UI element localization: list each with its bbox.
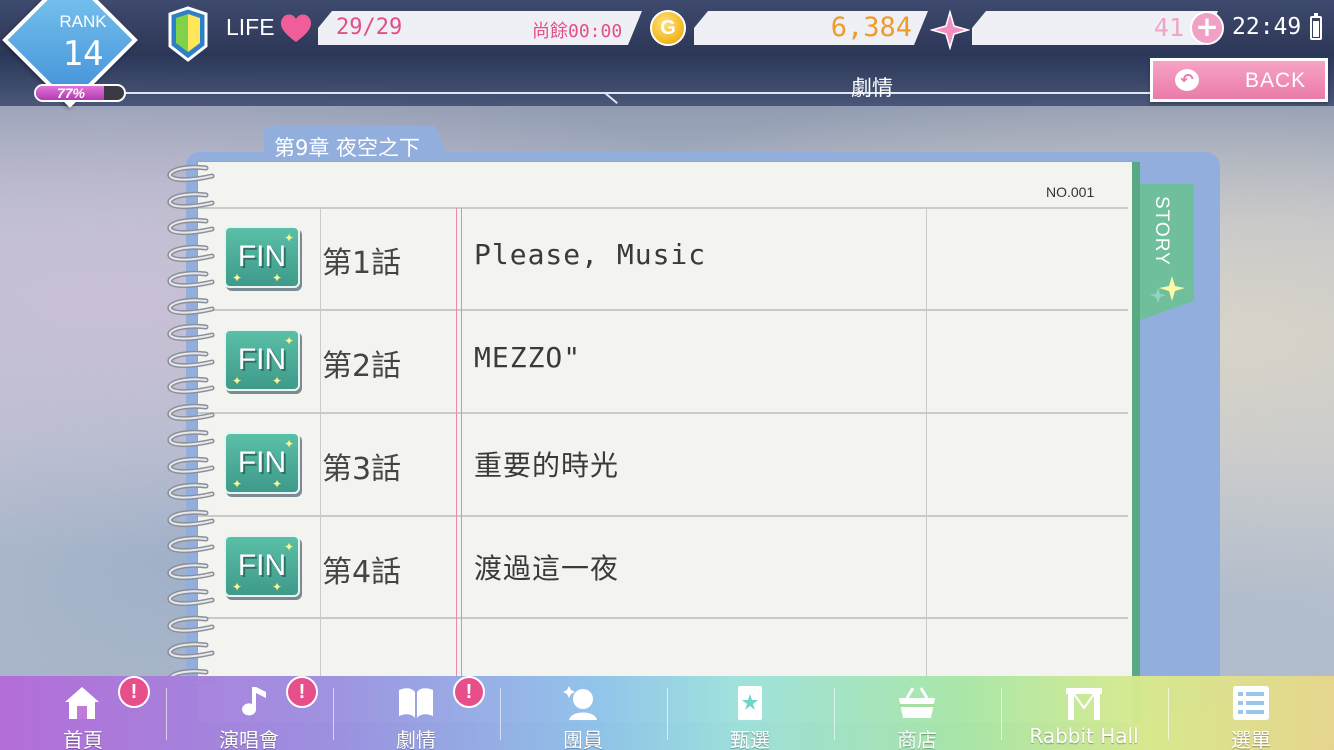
episode-title: 重要的時光 bbox=[474, 449, 620, 482]
nav-label: 商店 bbox=[897, 728, 937, 750]
life-value: 29/29 bbox=[336, 15, 403, 40]
episode-row[interactable]: ✦ ✦ ✦ FIN 第2話 MEZZO" bbox=[198, 311, 1128, 413]
chapter-title: 第9章 夜空之下 bbox=[274, 136, 421, 160]
nav-shop[interactable]: 商店 bbox=[834, 676, 1000, 750]
basket-icon bbox=[899, 687, 935, 718]
fin-badge: ✦ ✦ ✦ FIN bbox=[224, 535, 300, 597]
book-icon bbox=[399, 688, 433, 718]
episode-number: 第3話 bbox=[322, 452, 402, 487]
fin-label: FIN bbox=[237, 549, 287, 582]
nav-menu[interactable]: 選單 bbox=[1168, 676, 1334, 750]
stars-icon bbox=[1150, 276, 1185, 303]
fin-label: FIN bbox=[237, 240, 287, 273]
nav-members[interactable]: 團員 bbox=[500, 676, 666, 750]
episode-number: 第1話 bbox=[322, 246, 402, 281]
fin-badge: ✦ ✦ ✦ FIN bbox=[224, 329, 300, 391]
gem-value: 41 bbox=[1153, 13, 1184, 42]
battery-fill bbox=[1313, 21, 1319, 37]
spiral-ring bbox=[167, 164, 215, 183]
heart-icon bbox=[280, 14, 312, 42]
alert-badge: ! bbox=[286, 676, 318, 708]
alert-badge: ! bbox=[453, 676, 485, 708]
episode-title: 渡過這一夜 bbox=[474, 552, 620, 585]
nav-label: 首頁 bbox=[63, 728, 103, 750]
episode-title: MEZZO" bbox=[474, 341, 582, 374]
gold-coin-icon: G bbox=[650, 10, 686, 46]
back-label: BACK bbox=[1245, 69, 1307, 92]
spiral-ring bbox=[167, 641, 215, 660]
episode-number: 第2話 bbox=[322, 349, 402, 384]
rank-progress-text: 77% bbox=[56, 85, 86, 101]
nav-rabbit-hall[interactable]: Rabbit Hall bbox=[1001, 676, 1167, 750]
card-icon bbox=[738, 686, 762, 720]
clock: 22:49 bbox=[1232, 14, 1302, 40]
gold-value: 6,384 bbox=[830, 12, 912, 43]
life-label: LIFE bbox=[226, 14, 275, 40]
rank-label: RANK bbox=[59, 12, 107, 31]
music-note-icon bbox=[242, 687, 266, 716]
back-arrow-icon: ↶ bbox=[1175, 69, 1199, 91]
episode-row[interactable]: ✦ ✦ ✦ FIN 第3話 重要的時光 bbox=[198, 414, 1128, 516]
nav-label: Rabbit Hall bbox=[1029, 724, 1139, 748]
episode-row[interactable]: ✦ ✦ ✦ FIN 第1話 Please, Music bbox=[198, 208, 1128, 310]
episode-row[interactable]: ✦ ✦ ✦ FIN 第4話 渡過這一夜 bbox=[198, 517, 1128, 619]
page-edge-stripe bbox=[1132, 162, 1140, 722]
stage-icon bbox=[1066, 688, 1102, 720]
nav-label: 演唱會 bbox=[219, 728, 279, 750]
alert-badge: ! bbox=[118, 676, 150, 708]
back-button[interactable]: ↶ BACK bbox=[1150, 58, 1328, 102]
rank-value: 14 bbox=[62, 34, 104, 74]
nav-home[interactable]: ! 首頁 bbox=[0, 676, 166, 750]
nav-story[interactable]: ! 劇情 bbox=[333, 676, 499, 750]
sparkle-gem-icon bbox=[930, 10, 970, 50]
battery-icon bbox=[1310, 13, 1322, 40]
nav-label: 選單 bbox=[1231, 728, 1271, 750]
page-title: 劇情 bbox=[851, 76, 893, 100]
menu-list-icon bbox=[1233, 686, 1269, 720]
fin-badge: ✦ ✦ ✦ FIN bbox=[224, 226, 300, 288]
nav-label: 甄選 bbox=[730, 728, 770, 750]
nav-label: 團員 bbox=[563, 728, 603, 750]
buy-gems-button[interactable]: + bbox=[1190, 11, 1224, 45]
member-icon bbox=[563, 686, 597, 720]
rank-progress-bar: 77% bbox=[34, 84, 126, 102]
episode-title: Please, Music bbox=[474, 238, 707, 271]
header-bar bbox=[0, 56, 1334, 106]
nav-label: 劇情 bbox=[396, 728, 436, 750]
fin-label: FIN bbox=[237, 446, 287, 479]
home-icon bbox=[65, 687, 99, 719]
header-divider bbox=[120, 92, 610, 94]
fin-label: FIN bbox=[237, 343, 287, 376]
fin-badge: ✦ ✦ ✦ FIN bbox=[224, 432, 300, 494]
episode-number: 第4話 bbox=[322, 555, 402, 590]
nav-live[interactable]: ! 演唱會 bbox=[166, 676, 332, 750]
story-tab-label: STORY bbox=[1151, 196, 1172, 266]
nav-audition[interactable]: 甄選 bbox=[667, 676, 833, 750]
beginner-shield-icon[interactable] bbox=[166, 6, 210, 62]
life-recovery-timer: 尚餘00:00 bbox=[532, 21, 623, 42]
page-number: NO.001 bbox=[1046, 184, 1095, 200]
